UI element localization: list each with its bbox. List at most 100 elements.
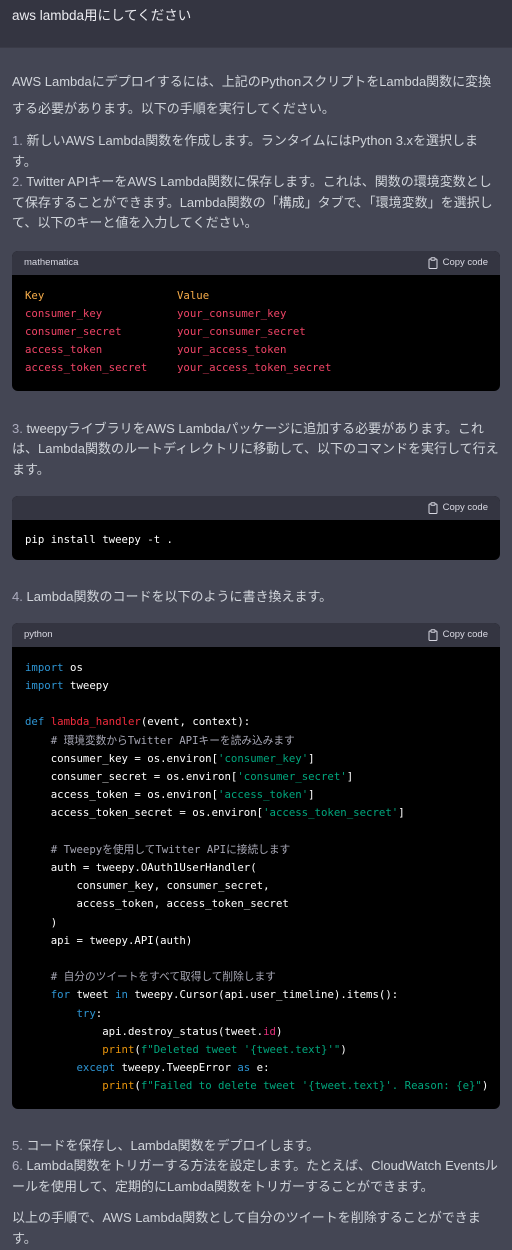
step-number: 5. [12,1137,23,1153]
code-token: 'access_token_secret' [263,806,399,820]
code-line: # 自分のツイートをすべて取得して削除します [25,968,487,986]
code-token: api = tweepy.API(auth) [25,933,193,947]
table-cell-value: your_consumer_secret [177,324,306,338]
table-cell-key: access_token [25,343,103,357]
step-item-5: 5. コードを保存し、Lambda関数をデプロイします。 [12,1136,500,1157]
code-token: ] [346,769,354,783]
code-token: api.destroy_status(tweet. [25,1024,264,1038]
step-item-6: 6. Lambda関数をトリガーする方法を設定します。たとえば、CloudWat… [12,1156,500,1197]
steps-list-3: 3. tweepyライブラリをAWS Lambdaパッケージに追加する必要があり… [12,419,500,481]
code-line: access_token, access_token_secret [25,895,487,913]
table-row: consumer_key your_consumer_key [25,305,487,323]
table-header-row: Key Value [25,287,487,305]
step-text: Lambda関数のコードを以下のように書き換えます。 [26,589,333,605]
code-token: id [263,1024,276,1038]
code-token: : [95,1006,103,1020]
code-token: ) [481,1079,489,1093]
code-token: e: [250,1061,270,1075]
code-header: python Copy code [12,622,500,647]
table-cell-key: access_token_secret [25,361,148,375]
table-cell-key: consumer_secret [25,324,122,338]
steps-list-a: 1. 新しいAWS Lambda関数を作成します。ランタイムにはPython 3… [12,131,500,234]
code-token: auth = tweepy.OAuth1UserHandler( [25,860,257,874]
code-line: import os [25,659,487,677]
code-token: import [25,660,64,674]
steps-list-b: 5. コードを保存し、Lambda関数をデプロイします。 6. Lambda関数… [12,1136,500,1198]
code-token: tweepy [63,678,109,692]
code-token: tweepy.TweepError [115,1061,238,1075]
code-line: try: [25,1005,487,1023]
table-cell-key: consumer_key [25,306,103,320]
code-token: ] [308,788,315,802]
user-message: aws lambda用にしてください [0,0,512,48]
code-token: 'consumer_key' [218,751,309,765]
code-token: 'access_token' [218,788,309,802]
code-line: print(f"Deleted tweet '{tweet.text}'") [25,1041,487,1059]
code-line: ) [25,914,487,932]
step-item-2: 2. Twitter APIキーをAWS Lambda関数に保存します。これは、… [12,172,500,234]
code-token: tweepy.Cursor(api.user_timeline).items()… [127,988,399,1002]
step-item-4: 4. Lambda関数のコードを以下のように書き換えます。 [12,587,500,608]
code-token: try [76,1006,96,1020]
step-number: 1. [12,133,23,148]
user-message-text: aws lambda用にしてください [12,8,192,23]
table-cell-value: your_consumer_key [177,306,287,320]
code-line: access_token = os.environ['access_token'… [25,786,487,804]
code-token: ) [275,1024,283,1038]
clipboard-icon [428,256,438,269]
code-content: Key Value consumer_key your_consumer_key con… [12,275,500,391]
step-number: 6. [12,1158,23,1174]
code-token: ] [308,751,315,765]
copy-code-button[interactable]: Copy code [428,627,488,642]
code-line: for tweet in tweepy.Cursor(api.user_time… [25,986,487,1004]
table-row: consumer_secret your_consumer_secret [25,323,487,341]
copy-code-label: Copy code [442,256,488,268]
code-token: consumer_key, consumer_secret, [25,879,270,893]
code-token: in [115,988,128,1002]
clipboard-icon [428,502,438,515]
step-text: Twitter APIキーをAWS Lambda関数に保存します。これは、関数の… [12,174,493,230]
code-token: print [102,1079,135,1093]
step-number: 2. [12,174,23,189]
closing-text: 以上の手順で、AWS Lambda関数として自分のツイートを削除することができま… [12,1210,481,1246]
step-number: 3. [12,420,23,436]
step-text: 新しいAWS Lambda関数を作成します。ランタイムにはPython 3.xを… [12,133,479,169]
copy-code-button[interactable]: Copy code [428,500,488,515]
step-text: コードを保存し、Lambda関数をデプロイします。 [26,1137,320,1153]
copy-code-button[interactable]: Copy code [428,255,488,270]
code-token: # Tweepyを使用してTwitter APIに接続します [50,842,291,856]
code-token: os [63,660,83,674]
table-row: access_token your_access_token [25,341,487,359]
step-text: Lambda関数をトリガーする方法を設定します。たとえば、CloudWatch … [12,1158,498,1194]
table-header-value: Value [177,288,210,302]
code-content: pip install tweepy -t . [12,520,500,560]
code-block-pip: Copy code pip install tweepy -t . [12,496,500,561]
step-number: 4. [12,589,23,605]
code-token: tweet [70,988,116,1002]
code-block-python: python Copy code import os import tweepy d… [12,622,500,1109]
code-token: access_token, access_token_secret [25,897,289,911]
code-token: lambda_handler [50,715,141,729]
code-token: ) [340,1042,347,1056]
table-row: access_token_secret your_access_token_sec… [25,359,487,377]
code-line: consumer_secret = os.environ['consumer_s… [25,768,487,786]
code-token: ) [25,915,58,929]
code-line: # 環境変数からTwitter APIキーを読み込みます [25,732,487,750]
code-line: access_token_secret = os.environ['access… [25,804,487,822]
step-item-3: 3. tweepyライブラリをAWS Lambdaパッケージに追加する必要があり… [12,419,500,481]
code-token: print [102,1042,135,1056]
code-line: except tweepy.TweepError as e: [25,1059,487,1077]
code-token: as [237,1061,251,1075]
code-token: for [50,988,71,1002]
copy-code-label: Copy code [442,502,488,514]
code-token: access_token_secret = os.environ[ [25,806,264,820]
code-token: # 環境変数からTwitter APIキーを読み込みます [50,733,295,747]
code-token: f"Failed to delete tweet '{tweet.text}'.… [140,1079,482,1093]
